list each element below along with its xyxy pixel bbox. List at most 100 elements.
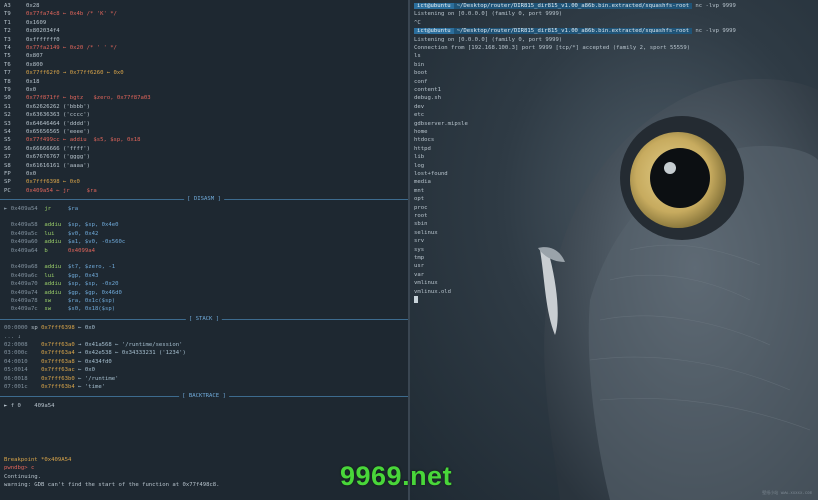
- stack-address: 0x7fff63a4: [41, 350, 79, 357]
- prompt-path: ~/Desktop/router/DIR815_dir815_v1.00_a86…: [453, 28, 693, 35]
- gdb-output-line: warning: GDB can't find the start of the…: [4, 482, 220, 489]
- register-row: S8 0x61616161 ('aaaa'): [4, 162, 90, 170]
- register-row: S6 0x66666666 ('ffff'): [4, 145, 90, 153]
- register-name: SP: [4, 179, 11, 186]
- stack-index: ... ↓: [4, 333, 31, 340]
- stack-index: 00:0000: [4, 325, 31, 332]
- directory-entry: lib: [414, 154, 425, 161]
- stack-address: 0x7fff63a0: [41, 342, 79, 348]
- register-value: 0x409a54 ← jr $ra: [26, 187, 97, 194]
- disasm-opcode: addiu: [44, 281, 68, 288]
- register-row: S1 0x62626262 ('bbbb'): [4, 103, 90, 111]
- register-row: T6 0x800: [4, 61, 43, 69]
- disasm-args: $ra: [68, 205, 79, 212]
- register-value: 0x77fa74c8 ← 0x4b /* 'K' */: [26, 11, 117, 18]
- register-name: S3: [4, 120, 11, 127]
- register-row: S0 0x77f871ff ← bgtz $zero, 0x77f87a03: [4, 94, 151, 102]
- register-name: T6: [4, 61, 11, 68]
- stack-value: ← '/runtime': [78, 375, 119, 382]
- register-value: 0x65656565 ('eeee'): [26, 129, 90, 135]
- register-value: 0x0: [26, 87, 37, 93]
- stack-register: [31, 359, 41, 365]
- register-name: T9: [4, 87, 11, 93]
- disasm-address: 0x409a74: [4, 289, 45, 296]
- stack-register: sp: [30, 325, 42, 332]
- prompt-path: ~/Desktop/router/DIR815_dir815_v1.00_a86…: [453, 3, 693, 9]
- disasm-line: 0x409a5c lui $v0, 0x42: [4, 230, 99, 238]
- register-row: T2 0x802034f4: [4, 27, 60, 35]
- stack-value: ← 0x434fd0: [78, 358, 112, 365]
- register-value: 0x0: [26, 171, 37, 177]
- register-value: 0x800: [26, 61, 43, 68]
- register-value: 0x61616161 ('aaaa'): [26, 162, 90, 169]
- disasm-header: [ DISASM ]: [0, 195, 408, 204]
- directory-entry: httpd: [414, 145, 431, 152]
- disasm-args: 0x4099a4: [68, 247, 95, 254]
- register-value: 0x77f871ff ← bgtz $zero, 0x77f87a03: [26, 95, 151, 102]
- stack-line: 02:0008 0x7fff63a0 → 0x41a568 ← '/runtim…: [4, 341, 183, 349]
- directory-entry: home: [414, 129, 428, 135]
- register-name: S4: [4, 129, 11, 135]
- directory-entry: selinux: [414, 229, 438, 236]
- stack-value: ← 'time': [78, 384, 106, 390]
- disasm-line: 0x409a74 addiu $gp, $gp, 0x46d0: [4, 289, 122, 297]
- directory-entry: lost+found: [414, 171, 448, 177]
- stack-index: 03:000c: [4, 350, 31, 357]
- register-value: 0x64646464 ('dddd'): [26, 120, 90, 127]
- stack-value: → 0x42e538 ← 0x34333231 ('1234'): [78, 350, 186, 357]
- stack-index: 05:0014: [4, 367, 31, 374]
- disasm-args: $s0, 0x18($sp): [68, 306, 116, 313]
- disasm-address: 0x409a58: [4, 222, 45, 229]
- register-row: T9 0x77fa74c8 ← 0x4b /* 'K' */: [4, 10, 117, 18]
- disasm-line: 0x409a78 sw $ra, 0x1c($sp): [4, 297, 115, 305]
- register-value: 0x66666666 ('ffff'): [26, 145, 90, 152]
- register-value: 0x67676767 ('gggg'): [26, 154, 90, 161]
- stack-address: 0x7fff63b0: [41, 375, 79, 382]
- directory-entry: sbin: [414, 221, 428, 228]
- prompt-command: nc -lvp 9999: [692, 28, 736, 35]
- directory-entry: dev: [414, 103, 425, 110]
- register-value: 0x77f499cc ← addiu $s5, $sp, 0x18: [26, 137, 141, 144]
- gdb-output-line: Continuing.: [4, 473, 42, 480]
- register-name: S2: [4, 112, 11, 119]
- section-label: [ STACK ]: [185, 314, 223, 323]
- directory-entry: sys: [414, 246, 425, 253]
- disasm-opcode: addiu: [44, 289, 68, 296]
- directory-entry: etc: [414, 112, 425, 119]
- stack-address: 0x7fff63ac: [41, 367, 79, 374]
- register-value: 0x18: [26, 78, 40, 85]
- disasm-address: 0x409a64: [4, 247, 45, 254]
- register-value: 0x62626262 ('bbbb'): [26, 103, 90, 110]
- backtrace-header: [ BACKTRACE ]: [0, 392, 408, 401]
- stack-line: 03:000c 0x7fff63a4 → 0x42e538 ← 0x343332…: [4, 349, 186, 357]
- shell-cursor[interactable]: [414, 296, 418, 304]
- register-value: 0x77ff62f0 → 0x77ff6260 ← 0x0: [26, 70, 124, 77]
- directory-entry: content1: [414, 87, 441, 93]
- stack-address: 0x7fff6398: [41, 325, 79, 332]
- register-row: A3 0x28: [4, 2, 39, 10]
- stack-line: 05:0014 0x7fff63ac ← 0x0: [4, 366, 95, 374]
- stack-line: 07:001c 0x7fff63b4 ← 'time': [4, 383, 105, 391]
- register-name: S1: [4, 103, 11, 110]
- register-row: T9 0x0: [4, 86, 36, 94]
- shell-output-line: Connection from [192.168.100.3] port 999…: [414, 45, 691, 51]
- disasm-line: 0x409a58 addiu $sp, $sp, 0x4e0: [4, 221, 119, 229]
- stack-index: 02:0008: [4, 342, 31, 348]
- directory-entry: debug.sh: [414, 95, 441, 102]
- directory-entry: srv: [414, 238, 425, 245]
- register-value: 0x28: [26, 3, 40, 9]
- disasm-args: $a1, $v0, -0x560c: [68, 239, 126, 246]
- shell-pane[interactable]: ict@ubuntu ~/Desktop/router/DIR815_dir815…: [410, 0, 818, 500]
- register-name: T5: [4, 53, 11, 60]
- register-row: T1 0x1609: [4, 19, 46, 27]
- pwndbg-pane[interactable]: A3 0x28 T9 0x77fa74c8 ← 0x4b /* 'K' */ T1 0x1…: [0, 0, 408, 500]
- disasm-line: 0x409a6c lui $gp, 0x43: [4, 272, 99, 280]
- disasm-address: 0x409a5c: [4, 230, 45, 237]
- register-name: S8: [4, 162, 11, 169]
- directory-entry: log: [414, 162, 425, 169]
- disasm-args: $sp, $sp, 0x4e0: [68, 222, 119, 229]
- shell-output-line: Listening on [0.0.0.0] (family 0, port 9…: [414, 36, 563, 43]
- disasm-opcode: lui: [44, 230, 68, 237]
- register-name: T7: [4, 70, 11, 77]
- register-name: T9: [4, 11, 11, 18]
